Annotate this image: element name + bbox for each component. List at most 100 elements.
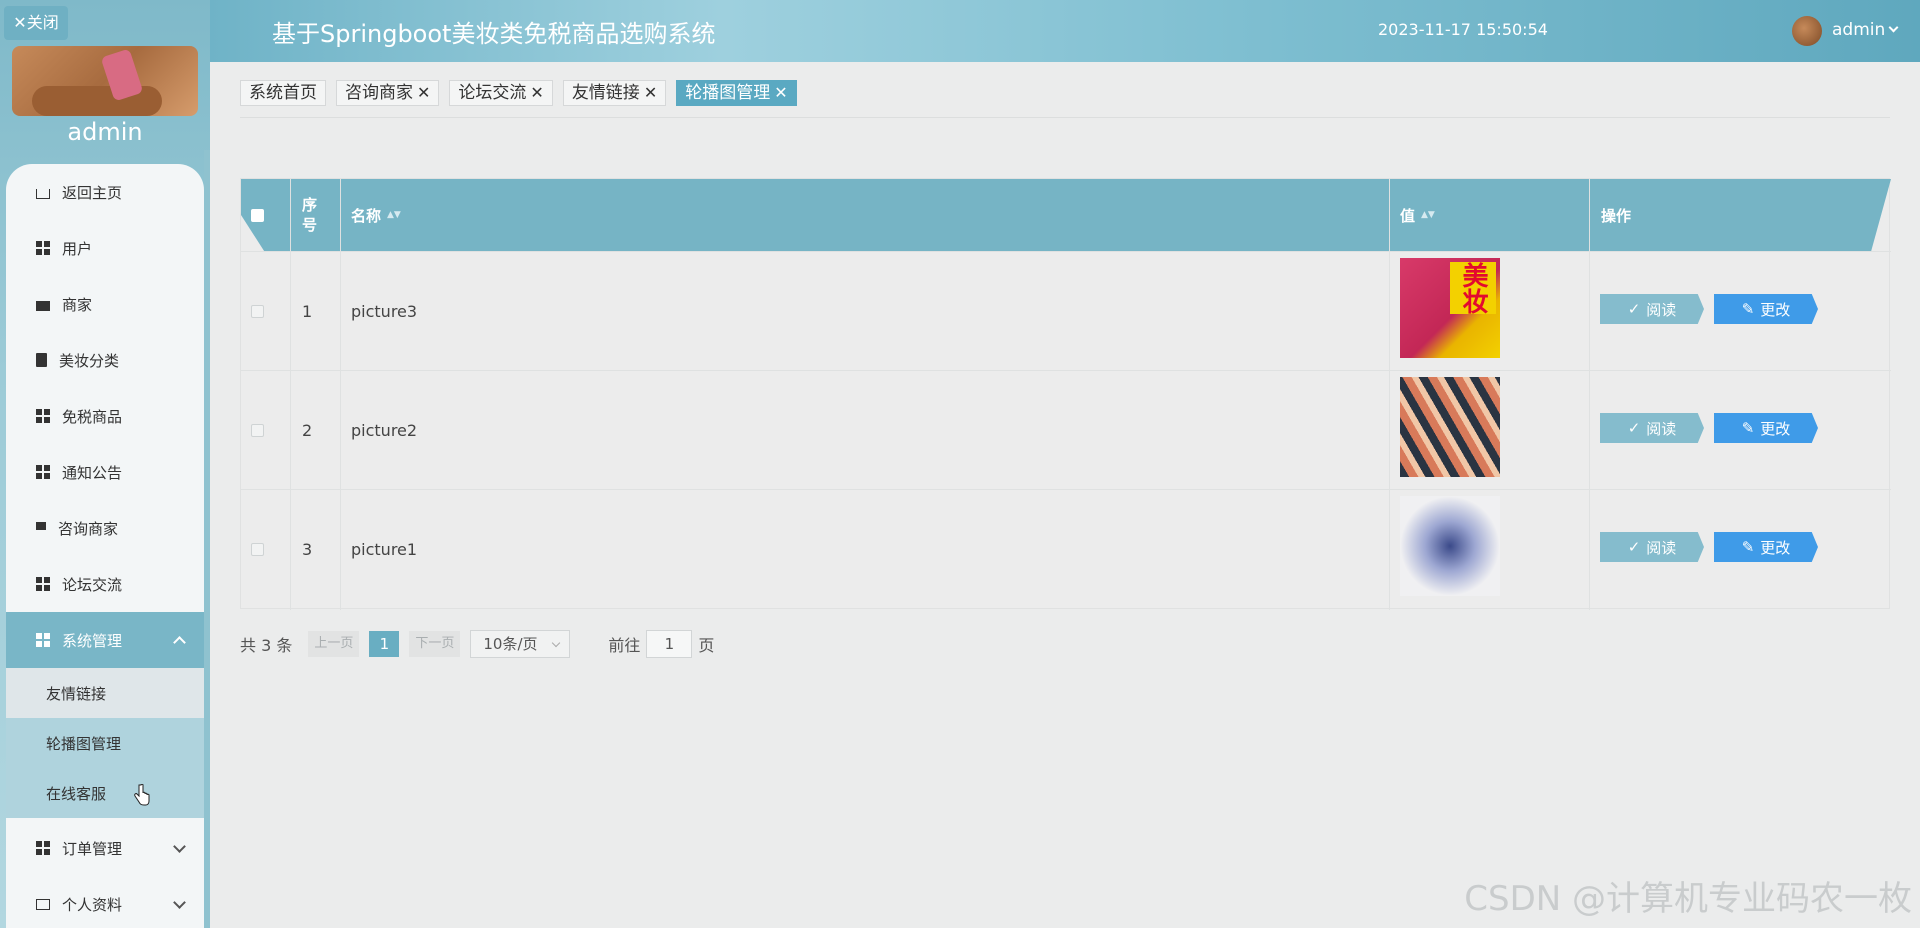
sidebar-item-users[interactable]: 用户 [6, 220, 204, 276]
sidebar-item-label: 通知公告 [62, 463, 123, 482]
row-index: 2 [302, 421, 313, 440]
close-icon[interactable]: ✕ [774, 81, 787, 105]
edit-button-label: 更改 [1760, 538, 1791, 557]
sidebar-scrollbar[interactable] [204, 150, 210, 928]
sidebar-username: admin [67, 118, 143, 146]
edit-button[interactable]: ✎ 更改 [1714, 294, 1818, 324]
sidebar-item-label: 咨询商家 [58, 519, 119, 538]
header-avatar[interactable] [1792, 16, 1822, 46]
goto-page-input[interactable]: 1 [646, 630, 693, 658]
page-size-select[interactable]: 10条/页 [470, 630, 571, 658]
check-icon: ✓ [1627, 538, 1641, 556]
chevron-down-icon[interactable] [1888, 22, 1899, 33]
column-header-actions: 操作 [1601, 206, 1632, 225]
grid-icon [36, 465, 50, 479]
sidebar-item-consult[interactable]: 咨询商家 [6, 500, 204, 556]
select-all-checkbox[interactable] [251, 208, 264, 222]
tab-home[interactable]: 系统首页 [240, 80, 326, 106]
sort-icon[interactable]: ▲▼ [1421, 210, 1435, 220]
close-icon[interactable]: ✕ [644, 81, 657, 105]
read-button[interactable]: ✓ 阅读 [1600, 294, 1704, 324]
row-name: picture3 [351, 302, 418, 321]
edit-button-label: 更改 [1760, 419, 1791, 438]
sidebar-item-label: 系统管理 [62, 631, 123, 650]
sidebar-item-orders[interactable]: 订单管理 [6, 820, 204, 876]
sidebar-item-label: 免税商品 [62, 407, 123, 426]
tab-label: 系统首页 [249, 83, 317, 103]
sidebar-item-label: 商家 [62, 295, 93, 314]
grid-icon [36, 409, 50, 423]
avatar-arm [32, 86, 162, 116]
row-name: picture1 [351, 540, 418, 559]
sidebar-item-label: 用户 [62, 239, 93, 258]
avatar [12, 46, 198, 116]
sidebar-item-notices[interactable]: 通知公告 [6, 444, 204, 500]
column-header-label: 值 [1400, 206, 1416, 225]
edit-button[interactable]: ✎ 更改 [1714, 413, 1818, 443]
pin-icon [36, 522, 46, 530]
row-index: 3 [302, 540, 313, 559]
page-number-button[interactable]: 1 [369, 631, 400, 657]
sidebar-item-products[interactable]: 免税商品 [6, 388, 204, 444]
sidebar-item-label: 个人资料 [62, 895, 123, 914]
row-thumbnail[interactable]: 美妆 [1400, 258, 1500, 358]
tab-consult[interactable]: 咨询商家 ✕ [336, 80, 440, 106]
home-icon [36, 189, 50, 199]
pencil-icon: ✎ [1741, 419, 1755, 437]
read-button[interactable]: ✓ 阅读 [1600, 532, 1704, 562]
close-sidebar-button[interactable]: ✕关闭 [4, 6, 68, 40]
sidebar-item-merchants[interactable]: 商家 [6, 276, 204, 332]
goto-prefix: 前往 [608, 636, 641, 655]
tab-carousel[interactable]: 轮播图管理 ✕ [676, 80, 797, 106]
tab-label: 轮播图管理 [685, 83, 771, 103]
column-header-index: 序 号 [302, 196, 318, 234]
read-button[interactable]: ✓ 阅读 [1600, 413, 1704, 443]
row-thumbnail[interactable] [1400, 496, 1500, 596]
tab-divider [240, 117, 1890, 118]
submenu-item-links[interactable]: 友情链接 [6, 668, 204, 718]
grid-icon [36, 633, 50, 647]
sort-icon[interactable]: ▲▼ [387, 210, 401, 220]
sidebar-item-categories[interactable]: 美妆分类 [6, 332, 204, 388]
column-header-name[interactable]: 名称 ▲▼ [351, 179, 401, 251]
row-index: 1 [302, 302, 313, 321]
row-checkbox-cell [251, 371, 264, 490]
check-icon: ✓ [1627, 419, 1641, 437]
edit-button[interactable]: ✎ 更改 [1714, 532, 1818, 562]
close-icon[interactable]: ✕ [417, 81, 430, 105]
pagination: 共 3 条 上一页 1 下一页 10条/页 前往 1 页 [240, 630, 714, 658]
carousel-table: 序 号 名称 ▲▼ 值 ▲▼ 操作 1 picture3 美妆 ✓ 阅读 ✎ 更… [240, 178, 1891, 610]
prev-page-button[interactable]: 上一页 [308, 631, 360, 657]
grid-icon [36, 577, 50, 591]
header-username[interactable]: admin [1832, 20, 1885, 40]
next-page-button[interactable]: 下一页 [409, 631, 461, 657]
column-header-value[interactable]: 值 ▲▼ [1400, 179, 1435, 251]
column-header-label: 名称 [351, 206, 382, 225]
submenu-item-online-service[interactable]: 在线客服 [6, 768, 204, 818]
grid-icon [36, 241, 50, 255]
card-icon [36, 898, 50, 910]
close-icon[interactable]: ✕ [530, 81, 543, 105]
tab-links[interactable]: 友情链接 ✕ [562, 80, 667, 106]
sidebar-item-system[interactable]: 系统管理 [6, 612, 204, 668]
thumbnail-text: 美妆 [1450, 262, 1496, 314]
sidebar-menu: 返回主页 用户 商家 美妆分类 免税商品 通知公告 咨询商家 论坛交流 系统管理… [6, 164, 204, 928]
row-checkbox[interactable] [251, 305, 264, 318]
page-size-label: 10条/页 [483, 635, 538, 653]
row-thumbnail[interactable] [1400, 377, 1500, 477]
row-checkbox[interactable] [251, 543, 264, 556]
sidebar-item-label: 美妆分类 [59, 351, 120, 370]
goto-suffix: 页 [698, 636, 715, 655]
tab-forum[interactable]: 论坛交流 ✕ [449, 80, 553, 106]
read-button-label: 阅读 [1646, 419, 1677, 438]
total-count: 共 3 条 [240, 636, 293, 655]
sidebar-item-profile[interactable]: 个人资料 [6, 876, 204, 928]
row-checkbox[interactable] [251, 424, 264, 437]
submenu-item-carousel[interactable]: 轮播图管理 [6, 718, 204, 768]
hand-cursor-icon [134, 784, 150, 806]
pencil-icon: ✎ [1741, 300, 1755, 318]
sidebar-item-forum[interactable]: 论坛交流 [6, 556, 204, 612]
chevron-down-icon [552, 638, 561, 648]
sidebar-item-home[interactable]: 返回主页 [6, 164, 204, 220]
check-icon: ✓ [1627, 300, 1641, 318]
